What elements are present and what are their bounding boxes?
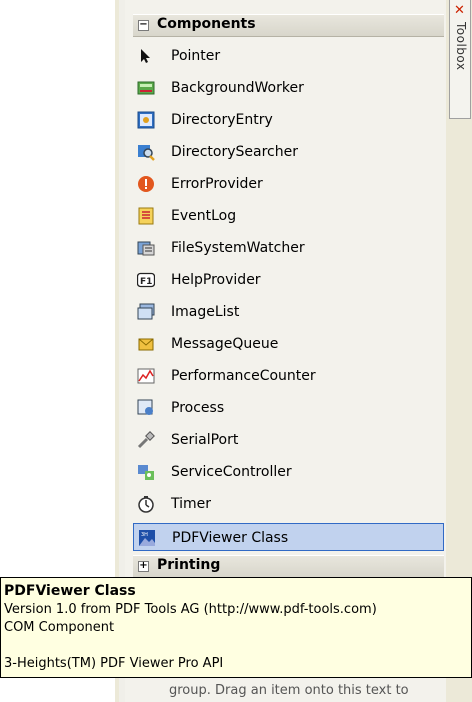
errorprovider-icon xyxy=(137,175,155,193)
eventlog-icon xyxy=(137,207,155,225)
serialport-icon xyxy=(137,431,155,449)
toolbox-item-label: ImageList xyxy=(171,304,240,320)
process-icon xyxy=(137,399,155,417)
helpprovider-icon: F1 xyxy=(136,271,156,289)
imagelist-icon xyxy=(137,303,155,321)
category-printing[interactable]: + Printing xyxy=(133,555,444,578)
hint-label: group. Drag an item onto this text to xyxy=(169,683,409,698)
tooltip-version: Version 1.0 from PDF Tools AG (http://ww… xyxy=(4,602,377,617)
toolbox-item-filesystemwatcher[interactable]: FileSystemWatcher xyxy=(133,234,444,264)
toolbox-item-backgroundworker[interactable]: BackgroundWorker xyxy=(133,74,444,104)
tooltip-title: PDFViewer Class xyxy=(4,583,136,599)
messagequeue-icon xyxy=(137,335,155,353)
toolbox-item-serialport[interactable]: SerialPort xyxy=(133,426,444,456)
category-label: Components xyxy=(157,16,256,32)
tooltip-description: 3-Heights(TM) PDF Viewer Pro API xyxy=(4,656,224,671)
timer-icon xyxy=(137,495,155,513)
toolbox-item-directorysearcher[interactable]: DirectorySearcher xyxy=(133,138,444,168)
toolbox-item-label: DirectorySearcher xyxy=(171,144,298,160)
collapse-icon[interactable]: − xyxy=(138,20,149,31)
servicecontroller-icon xyxy=(137,463,155,481)
toolbox-item-helpprovider[interactable]: F1 HelpProvider xyxy=(133,266,444,296)
toolbox-item-label: PerformanceCounter xyxy=(171,368,316,384)
toolbox-item-label: Pointer xyxy=(171,48,221,64)
directoryentry-icon xyxy=(137,111,155,129)
toolbox-item-label: BackgroundWorker xyxy=(171,80,304,96)
toolbox-item-label: DirectoryEntry xyxy=(171,112,273,128)
svg-text:F1: F1 xyxy=(140,277,152,287)
directorysearcher-icon xyxy=(137,143,155,161)
toolbox-item-timer[interactable]: Timer xyxy=(133,490,444,520)
toolbox-item-label: Timer xyxy=(171,496,212,512)
expand-icon[interactable]: + xyxy=(138,561,149,572)
backgroundworker-icon xyxy=(137,79,155,97)
toolbox-item-label: EventLog xyxy=(171,208,237,224)
toolbox-item-label: HelpProvider xyxy=(171,272,261,288)
performancecounter-icon xyxy=(137,367,155,385)
toolbox-tab-label: Toolbox xyxy=(454,22,468,71)
filesystemwatcher-icon xyxy=(137,239,155,257)
toolbox-item-label: ErrorProvider xyxy=(171,176,263,192)
toolbox-item-label: FileSystemWatcher xyxy=(171,240,305,256)
pdfviewer-icon: 3H xyxy=(138,529,156,547)
toolbox-tab[interactable]: ✕ Toolbox xyxy=(449,0,471,119)
toolbox-item-servicecontroller[interactable]: ServiceController xyxy=(133,458,444,488)
svg-text:3H: 3H xyxy=(141,532,148,538)
pointer-icon xyxy=(137,47,155,65)
toolbox-hint-text: group. Drag an item onto this text to xyxy=(133,679,444,702)
toolbox-item-pointer[interactable]: Pointer xyxy=(133,42,444,72)
tooltip-type: COM Component xyxy=(4,620,115,635)
toolbox-item-eventlog[interactable]: EventLog xyxy=(133,202,444,232)
category-label: Printing xyxy=(157,557,221,573)
toolbox-item-performancecounter[interactable]: PerformanceCounter xyxy=(133,362,444,392)
toolbox-item-pdfviewer-class[interactable]: 3H PDFViewer Class xyxy=(133,523,444,551)
toolbox-item-label: MessageQueue xyxy=(171,336,279,352)
toolbox-item-label: PDFViewer Class xyxy=(172,530,289,546)
toolbox-item-imagelist[interactable]: ImageList xyxy=(133,298,444,328)
close-icon[interactable]: ✕ xyxy=(454,3,465,18)
toolbox-item-process[interactable]: Process xyxy=(133,394,444,424)
toolbox-item-messagequeue[interactable]: MessageQueue xyxy=(133,330,444,360)
toolbox-item-label: ServiceController xyxy=(171,464,292,480)
toolbox-item-directoryentry[interactable]: DirectoryEntry xyxy=(133,106,444,136)
toolbox-item-errorprovider[interactable]: ErrorProvider xyxy=(133,170,444,200)
toolbox-item-label: SerialPort xyxy=(171,432,239,448)
tooltip: PDFViewer Class Version 1.0 from PDF Too… xyxy=(0,577,472,678)
category-components[interactable]: − Components xyxy=(133,14,444,37)
toolbox-item-label: Process xyxy=(171,400,225,416)
